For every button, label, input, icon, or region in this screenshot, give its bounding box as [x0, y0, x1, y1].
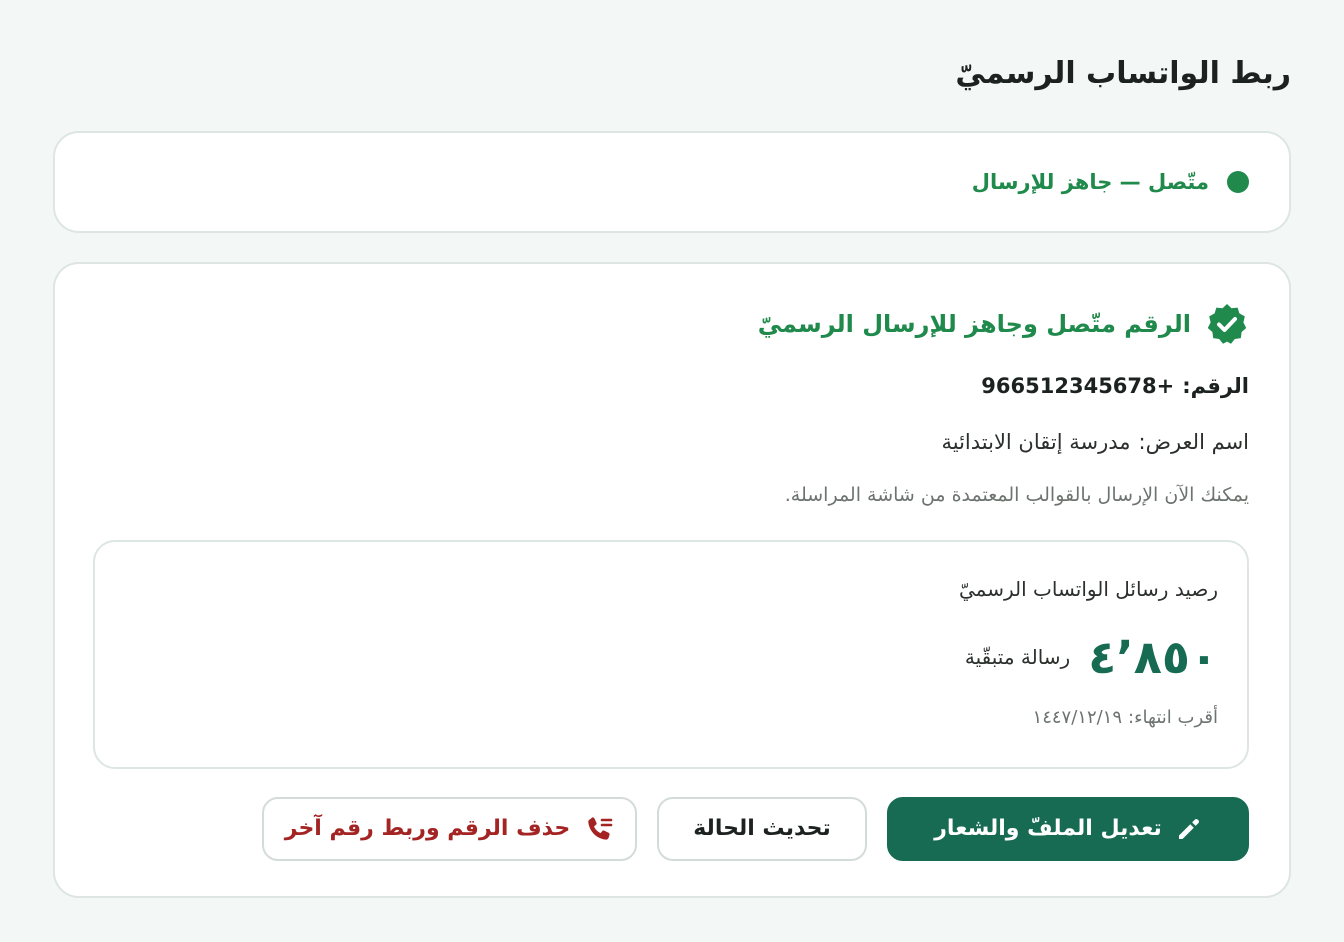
balance-expiry: أقرب انتهاء: ١٤٤٧/١٢/١٩: [1033, 704, 1218, 732]
balance-title: رصيد رسائل الواتساب الرسميّ: [958, 577, 1218, 601]
number-details-card: الرقم متّصل وجاهز للإرسال الرسميّ الرقم:…: [53, 262, 1291, 898]
sending-hint: يمكنك الآن الإرسال بالقوالب المعتمدة من …: [784, 484, 1249, 506]
phone-disconnect-icon: [588, 817, 613, 840]
balance-row: ٤٬٨٥٠ رسالة متبقّية: [965, 626, 1218, 688]
connection-status-card: متّصل — جاهز للإرسال: [53, 131, 1291, 233]
connection-status: متّصل — جاهز للإرسال: [972, 167, 1249, 197]
phone-value: 966512345678+: [981, 374, 1175, 398]
message-balance-box: رصيد رسائل الواتساب الرسميّ ٤٬٨٥٠ رسالة …: [93, 540, 1249, 769]
phone-label: الرقم:: [1182, 374, 1249, 398]
status-text: متّصل — جاهز للإرسال: [971, 170, 1209, 194]
pencil-icon: [1178, 819, 1199, 839]
actions-bar: تعديل الملفّ والشعار تحديث الحالة حذف ال…: [262, 797, 1249, 861]
expiry-label: أقرب انتهاء:: [1128, 707, 1218, 728]
balance-unit: رسالة متبقّية: [964, 645, 1071, 669]
display-name-label: اسم العرض:: [1138, 430, 1250, 454]
display-name-value: مدرسة إتقان الابتدائية: [941, 430, 1131, 454]
expiry-value: ١٤٤٧/١٢/١٩: [1032, 707, 1123, 728]
verified-heading: الرقم متّصل وجاهز للإرسال الرسميّ: [758, 302, 1249, 346]
refresh-status-label: تحديث الحالة: [693, 816, 831, 841]
edit-profile-button[interactable]: تعديل الملفّ والشعار: [887, 797, 1249, 861]
delete-number-button[interactable]: حذف الرقم وربط رقم آخر: [262, 797, 637, 861]
page-title: ربط الواتساب الرسميّ: [955, 56, 1291, 91]
balance-count: ٤٬٨٥٠: [1088, 630, 1218, 684]
phone-number-line: الرقم: 966512345678+: [981, 370, 1249, 402]
display-name-line: اسم العرض: مدرسة إتقان الابتدائية: [941, 426, 1249, 458]
delete-number-label: حذف الرقم وربط رقم آخر: [284, 816, 571, 841]
refresh-status-button[interactable]: تحديث الحالة: [657, 797, 867, 861]
status-dot-icon: [1227, 171, 1249, 193]
verified-text: الرقم متّصل وجاهز للإرسال الرسميّ: [757, 310, 1191, 338]
verified-badge-icon: [1207, 304, 1247, 344]
whatsapp-link-page: ربط الواتساب الرسميّ متّصل — جاهز للإرسا…: [53, 0, 1291, 942]
edit-profile-label: تعديل الملفّ والشعار: [934, 816, 1162, 841]
